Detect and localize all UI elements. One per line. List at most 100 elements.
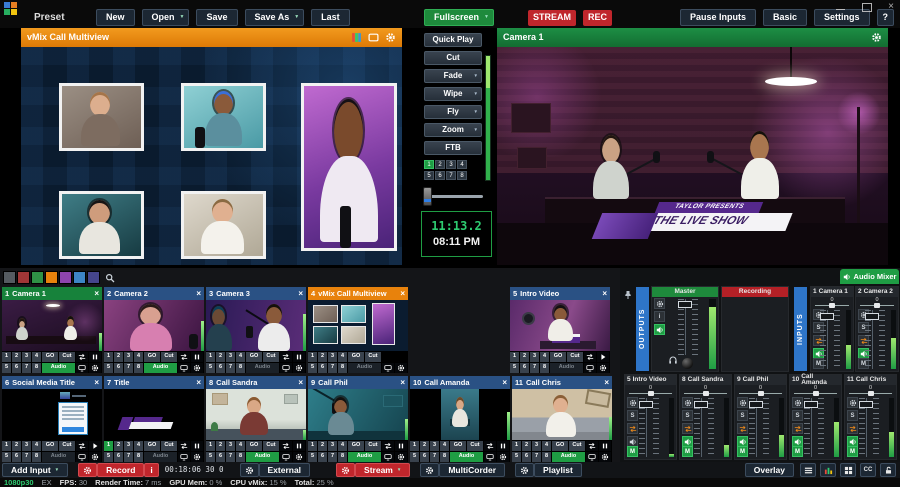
overlay-8-button[interactable]: 8 (134, 363, 143, 373)
fullscreen-monitor-icon[interactable] (382, 452, 394, 462)
category-color-swatch[interactable] (31, 271, 44, 284)
overlay-6-button[interactable]: 6 (12, 363, 21, 373)
transition-zoom-button[interactable]: Zoom▼ (424, 123, 482, 137)
overlay-3-button[interactable]: 3 (124, 352, 133, 362)
t-bar-handle[interactable] (423, 187, 432, 206)
last-button[interactable]: Last (311, 9, 350, 26)
overlay-1-button[interactable]: 1 (104, 352, 113, 362)
swap-icon[interactable] (280, 441, 292, 451)
input-thumbnail[interactable] (308, 300, 408, 351)
overlay-4-button[interactable]: 4 (542, 441, 551, 451)
overlay-7-button[interactable]: 7 (532, 452, 541, 462)
overlay-2-button[interactable]: 2 (114, 352, 123, 362)
audio-toggle-button[interactable]: Audio (348, 452, 381, 462)
overlay-1-button[interactable]: 1 (2, 352, 11, 362)
overlay-7-button[interactable]: 7 (22, 363, 31, 373)
go-button[interactable]: GO (246, 352, 262, 362)
audio-toggle-button[interactable]: Audio (246, 452, 279, 462)
fullscreen-monitor-icon[interactable] (280, 363, 292, 373)
close-input-icon[interactable]: × (400, 290, 405, 298)
input-thumbnail[interactable] (410, 389, 510, 440)
overlay-4-button[interactable]: 4 (236, 352, 245, 362)
pan-control[interactable]: 0 (625, 385, 676, 396)
overlay-1-button[interactable]: 1 (206, 441, 215, 451)
overlay-3-button[interactable]: 3 (430, 441, 439, 451)
overlay-2-button[interactable]: 2 (114, 441, 123, 451)
overlay-6-button[interactable]: 6 (420, 452, 429, 462)
close-input-icon[interactable]: × (502, 379, 507, 387)
go-button[interactable]: GO (144, 352, 160, 362)
input-thumbnail[interactable] (2, 389, 102, 440)
playlist-settings-gear-icon[interactable] (515, 463, 534, 477)
input-title-bar[interactable]: 4vMix Call Multiview× (308, 287, 408, 300)
overlay-5-button[interactable]: 5 (410, 452, 419, 462)
input-thumbnail[interactable] (206, 300, 306, 351)
add-input-button[interactable]: Add Input▼ (2, 463, 68, 477)
overlay-7-button[interactable]: 7 (328, 452, 337, 462)
swap-icon[interactable] (484, 441, 496, 451)
channel-gear-icon[interactable] (627, 397, 638, 408)
overlay-3-button[interactable]: 3 (532, 441, 541, 451)
overlay-4-button[interactable]: 4 (134, 441, 143, 451)
pan-control[interactable]: 0 (845, 385, 896, 396)
fader-handle[interactable] (865, 313, 879, 320)
input-gear-icon[interactable] (395, 452, 407, 462)
pause-icon[interactable] (395, 441, 407, 451)
mute-button[interactable]: M (847, 446, 858, 457)
overlay-5-button[interactable]: 5 (308, 452, 317, 462)
overlay-6-button[interactable]: 6 (318, 452, 327, 462)
close-icon[interactable]: × (888, 2, 894, 12)
mute-button[interactable]: M (792, 446, 803, 457)
overlay-5-button[interactable]: 5 (104, 363, 113, 373)
cut-button[interactable]: Cut (467, 441, 483, 451)
go-button[interactable]: GO (348, 352, 364, 362)
overlay-5-button[interactable]: 5 (2, 363, 11, 373)
master-gear-icon[interactable] (654, 298, 665, 309)
overlay-4-button[interactable]: 4 (540, 352, 549, 362)
overlay-5-button[interactable]: 5 (512, 452, 521, 462)
stinger-4-button[interactable]: 4 (457, 160, 467, 169)
overlay-8-button[interactable]: 8 (338, 363, 347, 373)
overlay-8-button[interactable]: 8 (540, 363, 549, 373)
stream-button[interactable]: Stream▼ (355, 463, 410, 477)
overlay-5-button[interactable]: 5 (206, 452, 215, 462)
overlay-3-button[interactable]: 3 (22, 352, 31, 362)
fullscreen-monitor-icon[interactable] (586, 452, 598, 462)
overlay-5-button[interactable]: 5 (308, 363, 317, 373)
overlay-2-button[interactable]: 2 (12, 441, 21, 451)
gear-icon[interactable] (870, 32, 882, 44)
overlay-2-button[interactable]: 2 (522, 441, 531, 451)
overlay-8-button[interactable]: 8 (32, 452, 41, 462)
external-button[interactable]: External (259, 463, 311, 477)
swap-icon[interactable] (76, 441, 88, 451)
overlay-button[interactable]: Overlay (745, 463, 794, 477)
fader-handle[interactable] (804, 401, 818, 408)
mute-button[interactable]: M (682, 446, 693, 457)
transition-ftb-button[interactable]: FTB (424, 141, 482, 155)
multicorder-button[interactable]: MultiCorder (439, 463, 505, 477)
external-settings-gear-icon[interactable] (240, 463, 259, 477)
input-gear-icon[interactable] (395, 363, 407, 373)
pan-control[interactable]: 0 (790, 385, 841, 396)
close-input-icon[interactable]: × (604, 379, 609, 387)
stinger-3-button[interactable]: 3 (446, 160, 456, 169)
audio-mixer-tab[interactable]: Audio Mixer (840, 269, 899, 284)
input-gear-icon[interactable] (597, 363, 609, 373)
audio-toggle-button[interactable]: Audio (348, 363, 381, 373)
go-button[interactable]: GO (552, 441, 568, 451)
pan-control[interactable]: 0 (680, 385, 731, 396)
close-input-icon[interactable]: × (298, 379, 303, 387)
channel-gear-icon[interactable] (847, 397, 858, 408)
input-title-bar[interactable]: 1Camera 1× (2, 287, 102, 300)
audio-toggle-button[interactable]: Audio (144, 363, 177, 373)
swap-icon[interactable] (178, 441, 190, 451)
overlay-6-button[interactable]: 6 (522, 452, 531, 462)
overlay-8-button[interactable]: 8 (440, 452, 449, 462)
fullscreen-monitor-icon[interactable] (178, 363, 190, 373)
transition-quick-play-button[interactable]: Quick Play (424, 33, 482, 47)
input-title-bar[interactable]: 10Call Amanda× (410, 376, 510, 389)
stinger-1-button[interactable]: 1 (424, 160, 434, 169)
channel-gear-icon[interactable] (682, 397, 693, 408)
swap-icon[interactable] (76, 352, 88, 362)
overlay-6-button[interactable]: 6 (114, 452, 123, 462)
